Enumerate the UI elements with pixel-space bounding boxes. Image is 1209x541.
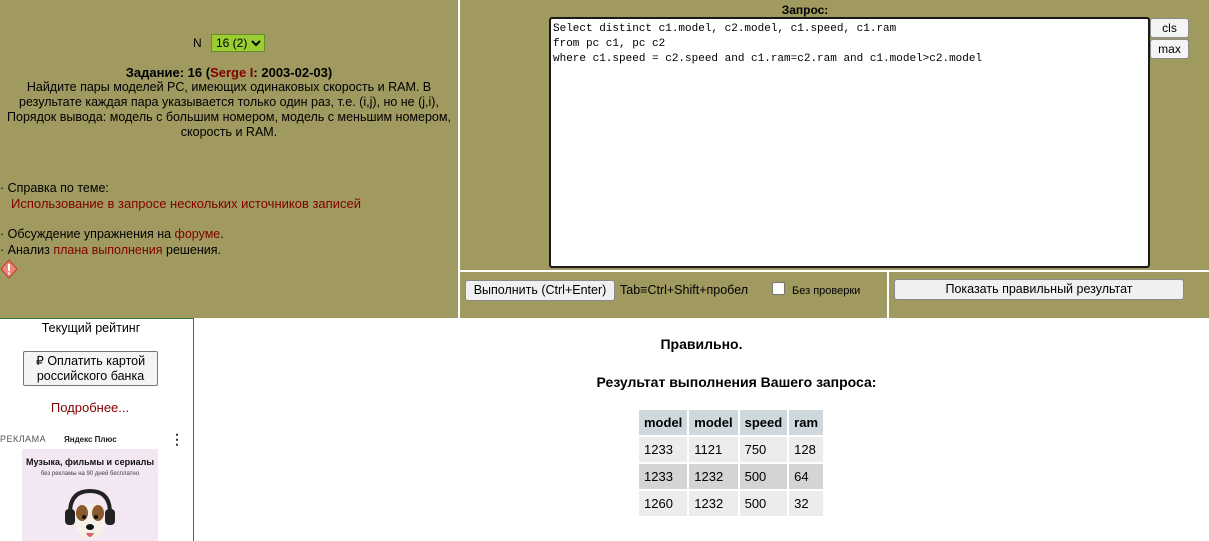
more-link[interactable]: Подробнее... (0, 400, 180, 415)
result-status: Правильно. (660, 336, 743, 352)
ad-banner[interactable]: Музыка, фильмы и сериалы без рекламы на … (22, 449, 158, 541)
forum-link[interactable]: форуме (175, 227, 221, 241)
more-vert-icon[interactable]: ⋮ (170, 431, 184, 448)
ad-subtitle: без рекламы на 90 дней бесплатно (40, 471, 140, 477)
clear-button[interactable]: cls (1150, 18, 1189, 38)
task-title-suffix: : 2003-02-03) (253, 65, 333, 80)
result-title: Результат выполнения Вашего запроса: (596, 374, 877, 390)
no-check-checkbox[interactable] (772, 282, 785, 295)
table-cell: 750 (739, 437, 788, 462)
column-header: model (639, 410, 688, 435)
table-cell: 1121 (689, 437, 738, 462)
table-header-row: model model speed ram (639, 410, 824, 435)
plan-suffix: решения. (162, 243, 222, 257)
forum-suffix: . (220, 227, 224, 241)
no-check-label: Без проверки (792, 285, 861, 297)
table-cell: 32 (789, 491, 824, 516)
maximize-button[interactable]: max (1150, 39, 1189, 59)
author-link[interactable]: Serge I (210, 65, 253, 80)
plan-prefix: · Анализ (0, 243, 54, 257)
ad-headline: Музыка, фильмы и сериалы (25, 457, 155, 467)
tab-hint: Tab≡Ctrl+Shift+пробел (620, 283, 749, 297)
ad-label: РЕКЛАМА (0, 434, 47, 444)
task-selector: N 16 (2) (0, 34, 458, 52)
table-cell: 1232 (689, 491, 738, 516)
page: N 16 (2) Задание: 16 (Serge I: 2003-02-0… (0, 0, 1209, 541)
table-cell: 64 (789, 464, 824, 489)
task-selector-label: N (192, 36, 202, 50)
task-title-prefix: Задание: 16 ( (125, 65, 211, 80)
help-intro: · Справка по теме: (0, 181, 109, 195)
divider (460, 270, 1209, 272)
forum-prefix: · Обсуждение упражнения на (0, 227, 175, 241)
warning-icon[interactable] (0, 258, 18, 280)
run-query-button[interactable]: Выполнить (Ctrl+Enter) (465, 280, 615, 301)
plan-link[interactable]: плана выполнения (53, 243, 162, 257)
table-cell: 500 (739, 464, 788, 489)
result-table: model model speed ram 1233 1121 750 128 … (637, 408, 825, 518)
task-description: Найдите пары моделей PC, имеющих одинако… (7, 80, 451, 139)
column-header: model (689, 410, 738, 435)
divider (887, 272, 889, 318)
task-number-select[interactable]: 16 (2) (211, 34, 265, 52)
table-row: 1260 1232 500 32 (639, 491, 824, 516)
pay-card-button[interactable]: ₽ Оплатить картой российского банка (23, 351, 158, 386)
table-cell: 1233 (639, 464, 688, 489)
plan-line: · Анализ плана выполнения решения. (0, 243, 221, 257)
table-cell: 128 (789, 437, 824, 462)
table-cell: 1233 (639, 437, 688, 462)
ad-brand[interactable]: Яндекс Плюс (64, 435, 117, 444)
forum-line: · Обсуждение упражнения на форуме. (0, 227, 224, 241)
show-correct-result-button[interactable]: Показать правильный результат (894, 279, 1184, 300)
task-title: Задание: 16 (Serge I: 2003-02-03) (0, 65, 458, 80)
help-topic-link[interactable]: Использование в запросе нескольких источ… (0, 196, 458, 212)
column-header: ram (789, 410, 824, 435)
query-label: Запрос: (781, 3, 829, 17)
table-cell: 500 (739, 491, 788, 516)
rating-title: Текущий рейтинг (41, 321, 141, 335)
table-cell: 1260 (639, 491, 688, 516)
sidebar: Текущий рейтинг ₽ Оплатить картой россий… (0, 318, 194, 541)
table-row: 1233 1232 500 64 (639, 464, 824, 489)
query-editor[interactable]: Select distinct c1.model, c2.model, c1.s… (549, 17, 1150, 268)
dog-headphones-image (65, 488, 115, 539)
help-block: · Справка по теме: Использование в запро… (0, 180, 458, 212)
table-cell: 1232 (689, 464, 738, 489)
table-row: 1233 1121 750 128 (639, 437, 824, 462)
column-header: speed (739, 410, 788, 435)
